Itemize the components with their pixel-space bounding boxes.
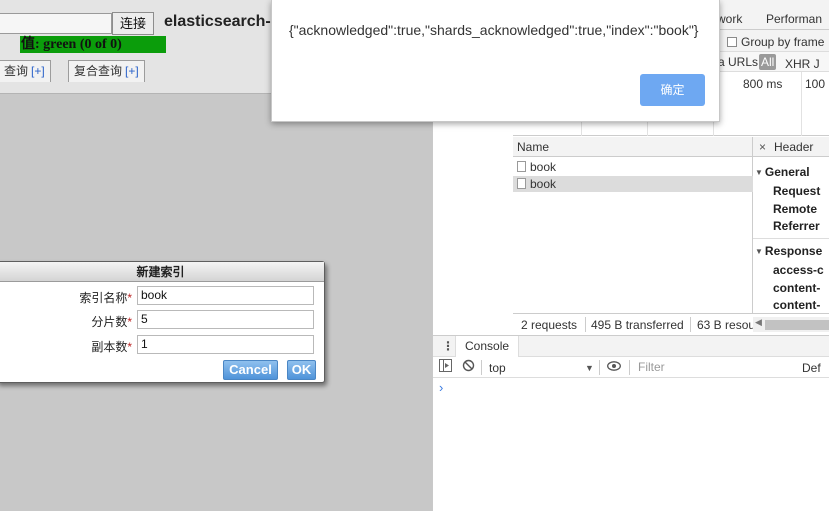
request-name: book <box>530 160 557 174</box>
required-mark: * <box>127 291 132 305</box>
shards-input[interactable]: 5 <box>137 310 314 329</box>
tab-compound-query-add[interactable]: [+] <box>125 64 139 78</box>
document-icon <box>517 161 526 172</box>
cluster-health-badge: 值: green (0 of 0) <box>20 36 166 53</box>
filter-xhr-chip[interactable]: XHR J <box>785 57 820 71</box>
index-name-input[interactable]: book <box>137 286 314 305</box>
log-levels-select[interactable]: Def <box>802 361 821 375</box>
tab-query[interactable]: 查询 [+] <box>0 60 51 82</box>
triangle-down-icon: ▼ <box>755 168 763 177</box>
close-icon[interactable]: × <box>759 140 766 154</box>
dialog-title: 新建索引 <box>0 262 324 282</box>
dropdown-arrow-icon[interactable]: ▼ <box>585 363 594 373</box>
tab-compound-query-label: 复合查询 <box>74 64 123 78</box>
request-count: 2 requests <box>521 318 578 332</box>
hide-data-urls-label[interactable]: a URLs <box>718 55 758 69</box>
console-toolbar: top ▼ Filter Def <box>433 357 829 378</box>
drawer-tab-bar: ⋮ Console <box>433 335 829 357</box>
console-prompt[interactable]: › <box>439 380 443 395</box>
tab-compound-query[interactable]: 复合查询 [+] <box>68 60 145 82</box>
server-url-input[interactable] <box>0 13 112 34</box>
execution-context-select[interactable]: top <box>489 361 506 375</box>
group-by-frame-toggle[interactable]: Group by frame <box>727 35 824 49</box>
alert-message: {"acknowledged":true,"shards_acknowledge… <box>289 22 699 38</box>
header-key: access-c <box>773 263 824 277</box>
group-by-frame-label: Group by frame <box>741 35 825 49</box>
index-name-label: 索引名称* <box>79 291 132 305</box>
request-details-panel: × Header ▼ General Request Remote Referrer… <box>753 137 829 313</box>
request-name: book <box>530 177 557 191</box>
header-key: content- <box>773 298 821 312</box>
divider <box>585 317 586 332</box>
triangle-down-icon: ▼ <box>755 247 763 256</box>
alert-dialog: {"acknowledged":true,"shards_acknowledge… <box>271 0 720 122</box>
form-row-shards: 分片数* 5 <box>0 310 326 330</box>
console-filter-input[interactable]: Filter <box>638 360 788 375</box>
tab-query-add[interactable]: [+] <box>31 64 45 78</box>
request-row-selected[interactable]: book <box>513 176 753 192</box>
document-icon <box>517 178 526 189</box>
request-list: Name book book <box>513 137 753 313</box>
divider <box>599 360 600 375</box>
tab-performance[interactable]: Performan <box>766 12 822 26</box>
response-section-toggle[interactable]: ▼ Response <box>755 244 822 258</box>
filter-all-chip[interactable]: All <box>759 54 777 70</box>
drawer-menu-icon[interactable]: ⋮ <box>442 339 454 353</box>
required-mark: * <box>127 315 132 329</box>
new-index-dialog: 新建索引 索引名称* book 分片数* 5 副本数* 1 Cancel OK <box>0 261 325 383</box>
form-row-index-name: 索引名称* book <box>0 286 326 306</box>
timeline-gridline <box>801 72 802 136</box>
header-key: Referrer <box>773 219 820 233</box>
devtools-gutter <box>433 137 513 335</box>
details-tab-bar: × Header <box>753 137 829 157</box>
timeline-tick-label: 800 ms <box>743 77 783 91</box>
divider <box>629 360 630 375</box>
horizontal-scrollbar[interactable]: ◀ <box>753 317 829 332</box>
checkbox-icon[interactable] <box>727 37 737 47</box>
shards-label: 分片数* <box>91 315 132 329</box>
replicas-label: 副本数* <box>91 340 132 354</box>
header-key: Remote <box>773 202 818 216</box>
section-divider <box>753 238 829 239</box>
ok-button[interactable]: OK <box>287 360 316 380</box>
cancel-button[interactable]: Cancel <box>223 360 278 380</box>
sidebar-toggle-icon[interactable] <box>439 359 452 375</box>
network-status-bar: 2 requests 495 B transferred 63 B resou … <box>513 313 829 335</box>
clear-console-icon[interactable] <box>462 359 475 375</box>
required-mark: * <box>127 340 132 354</box>
tab-network[interactable]: work <box>717 12 742 26</box>
tab-console[interactable]: Console <box>455 336 520 357</box>
divider <box>481 360 482 375</box>
scroll-left-icon[interactable]: ◀ <box>755 317 762 328</box>
confirm-button[interactable]: 确定 <box>640 74 705 106</box>
name-column-header[interactable]: Name <box>513 137 752 157</box>
replicas-input[interactable]: 1 <box>137 335 314 354</box>
timeline-tick-label: 100 <box>805 77 826 91</box>
header-key: Request <box>773 184 821 198</box>
transferred-size: 495 B transferred <box>591 318 684 332</box>
form-row-replicas: 副本数* 1 <box>0 335 326 355</box>
tab-query-label: 查询 <box>4 64 29 78</box>
connect-button[interactable]: 连接 <box>112 12 154 35</box>
header-key: content- <box>773 281 821 295</box>
general-section-toggle[interactable]: ▼ General <box>755 165 810 179</box>
divider <box>690 317 691 332</box>
request-row[interactable]: book <box>513 159 753 175</box>
tab-headers[interactable]: Header <box>774 140 813 154</box>
app-title: elasticsearch- <box>164 13 271 30</box>
eye-icon[interactable] <box>607 360 621 375</box>
resources-size: 63 B resou <box>697 318 756 332</box>
scrollbar-thumb[interactable] <box>765 320 829 330</box>
